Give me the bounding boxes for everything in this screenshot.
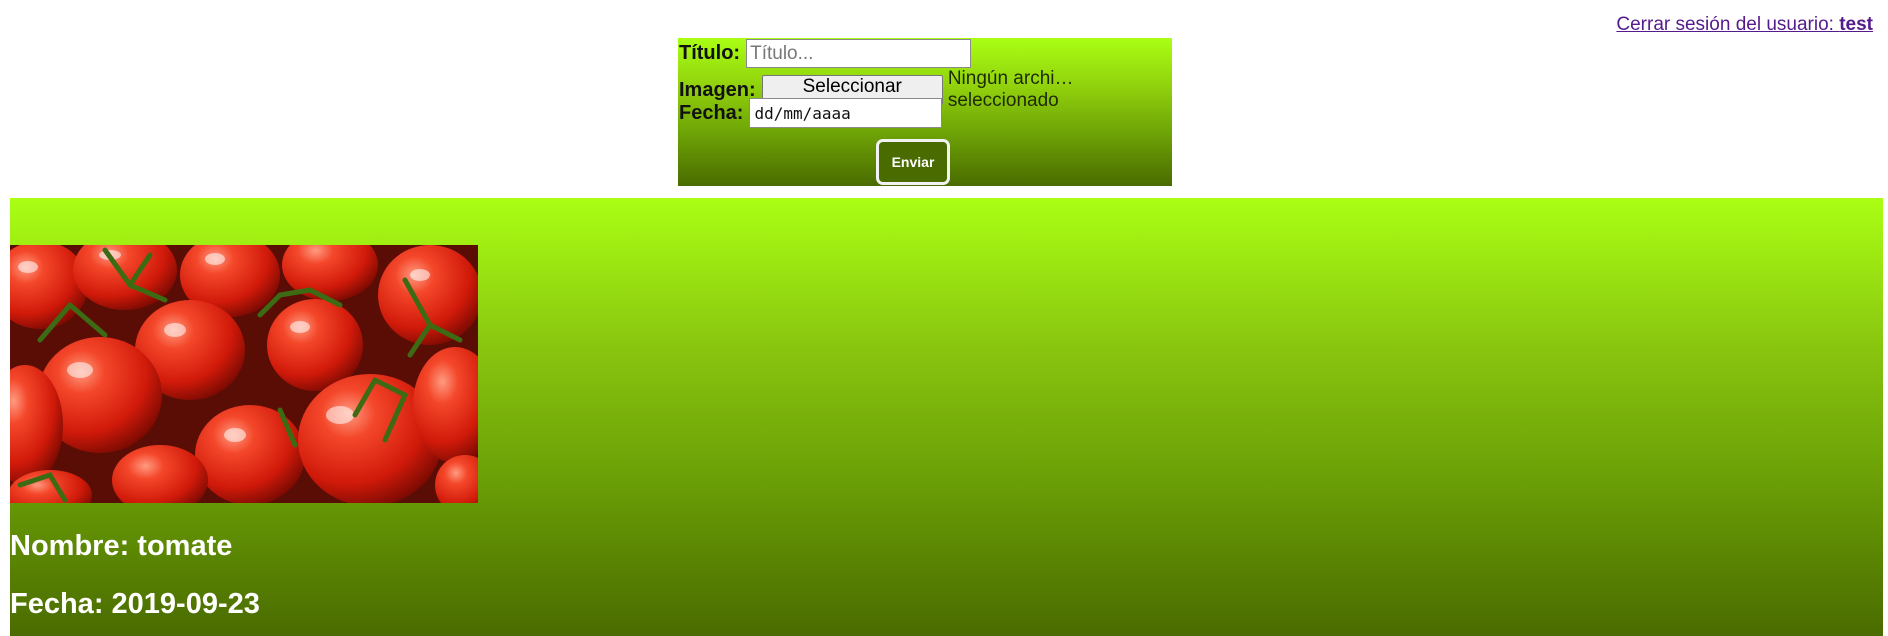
logout-username: test — [1839, 14, 1873, 35]
file-status-text: Ningún archi…seleccionado — [947, 68, 1074, 111]
submit-button[interactable]: Enviar — [876, 139, 950, 185]
title-input[interactable] — [746, 39, 972, 68]
entry-date: Fecha: 2019-09-23 — [10, 588, 260, 620]
logout-link[interactable]: Cerrar sesión del usuario: test — [1616, 14, 1873, 36]
title-row: Título: — [679, 39, 972, 68]
date-input[interactable]: dd/mm/aaaa — [749, 98, 943, 128]
date-row: Fecha: dd/mm/aaaa — [679, 98, 943, 128]
title-label: Título: — [679, 42, 741, 64]
date-label: Fecha: — [679, 101, 744, 124]
entry-name: Nombre: tomate — [10, 530, 233, 562]
upload-form: Título: Imagen: Seleccionar archivo Ning… — [678, 38, 1172, 186]
tomatoes-image — [10, 245, 478, 503]
gallery-section: Nombre: tomate Fecha: 2019-09-23 — [10, 198, 1883, 636]
logout-label: Cerrar sesión del usuario: — [1616, 14, 1840, 35]
